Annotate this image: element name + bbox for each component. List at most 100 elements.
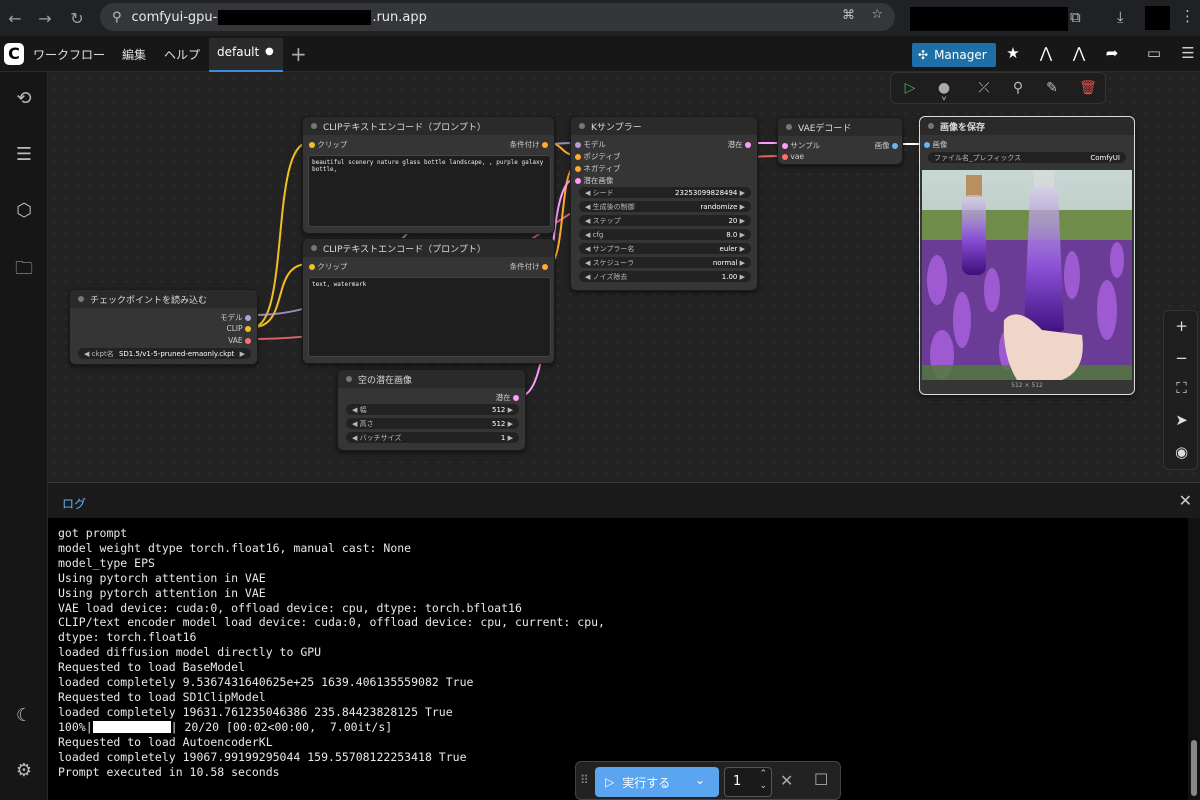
filename-prefix-widget[interactable]: ファイル名_プレフィックス ComfyUI	[928, 152, 1126, 163]
vae-decode-node[interactable]: VAEデコード サンプル vae 画像	[777, 117, 903, 165]
node-title: Kサンプラー	[591, 122, 642, 133]
puzzle-icon: ✣	[918, 48, 929, 62]
save-image-node[interactable]: 画像を保存 画像 ファイル名_プレフィックス ComfyUI 512 × 512	[919, 116, 1135, 395]
stepper-up-icon[interactable]: ⌃	[759, 769, 767, 779]
checkpoint-loader-node[interactable]: チェックポイントを読み込む モデル CLIP VAE ◀ ckpt名 SD1.5…	[69, 289, 258, 365]
fit-view-icon[interactable]: ⛶	[1164, 379, 1199, 397]
widget-label: 高さ	[359, 419, 374, 428]
theme-moon-icon[interactable]: ☾	[12, 705, 36, 729]
hamburger-icon[interactable]: ☰	[1177, 44, 1199, 62]
forward-icon[interactable]: →	[30, 3, 60, 33]
bypass-icon[interactable]: ⤫	[975, 80, 993, 96]
manager-label: Manager	[934, 48, 987, 62]
edit-pencil-icon[interactable]: ✎	[1043, 80, 1061, 96]
comfy-logo[interactable]: C	[4, 43, 24, 65]
model-alt-icon[interactable]: ⋀	[1068, 44, 1090, 62]
pin-icon[interactable]: ⚲	[1009, 80, 1027, 96]
stop-square-icon[interactable]: ☐	[814, 770, 828, 789]
control-after-generate-widget[interactable]: ◀ 生成後の制御 randomize ▶	[579, 201, 751, 212]
star-icon[interactable]: ★	[1002, 44, 1024, 62]
delete-trash-icon[interactable]: 🗑	[1079, 80, 1097, 96]
widget-value: euler	[719, 244, 738, 253]
back-icon[interactable]: ←	[0, 3, 30, 33]
select-mode-icon[interactable]: ➤	[1164, 411, 1199, 429]
address-bar[interactable]: ⚲ comfyui-gpu- .run.app ⌘ ☆	[100, 3, 895, 31]
toggle-links-eye-icon[interactable]: ◉	[1164, 443, 1199, 461]
settings-gear-icon[interactable]: ⚙	[12, 760, 36, 784]
queue-list-icon[interactable]: ☰	[12, 144, 36, 168]
cfg-widget[interactable]: ◀ cfg 8.0 ▶	[579, 229, 751, 240]
canvas-controls: + − ⛶ ➤ ◉	[1163, 310, 1198, 470]
widget-label: サンプラー名	[592, 244, 635, 253]
browser-menu-icon[interactable]: ⋮	[1180, 7, 1195, 25]
widget-value: ComfyUI	[1090, 153, 1120, 162]
drag-handle-icon[interactable]: ⠿	[580, 773, 589, 787]
menu-workflow[interactable]: ワークフロー	[33, 46, 105, 63]
node-title: 画像を保存	[940, 122, 986, 133]
node-library-icon[interactable]: ⬡	[12, 200, 36, 224]
log-scroll-thumb[interactable]	[1191, 740, 1197, 796]
sampler-name-widget[interactable]: ◀ サンプラー名 euler ▶	[579, 243, 751, 254]
reload-icon[interactable]: ↻	[62, 3, 92, 33]
panel-toggle-icon[interactable]: ▭	[1143, 44, 1165, 62]
clip-text-encode-positive-node[interactable]: CLIPテキストエンコード（プロンプト） クリップ 条件付け beautiful…	[302, 116, 555, 234]
node-title: CLIPテキストエンコード（プロンプト）	[323, 122, 486, 133]
log-line: loaded diffusion model directly to GPU	[58, 645, 322, 660]
folder-open-icon[interactable]: 🗀	[12, 256, 36, 280]
input-clip: クリップ	[317, 140, 348, 149]
run-mode-chevron-icon[interactable]: ⌄	[695, 773, 705, 787]
share-icon[interactable]: ➦	[1101, 44, 1123, 62]
progress-bar-fill	[92, 721, 171, 734]
input-model: モデル	[583, 140, 606, 149]
new-tab-button[interactable]: +	[290, 42, 307, 66]
widget-value: 23253099828494	[675, 188, 738, 197]
steps-widget[interactable]: ◀ ステップ 20 ▶	[579, 215, 751, 226]
log-line: VAE load device: cuda:0, offload device:…	[58, 600, 522, 615]
bookmark-star-icon[interactable]: ☆	[871, 7, 883, 22]
ckpt-name-combo[interactable]: ◀ ckpt名 SD1.5/v1-5-pruned-emaonly.ckpt ▶	[78, 348, 251, 359]
site-info-icon[interactable]: ⚲	[112, 10, 122, 25]
download-icon[interactable]: ⤓	[1117, 8, 1124, 26]
ksampler-node[interactable]: Kサンプラー モデル ポジティブ ネガティブ 潜在画像 潜在 ◀ シード 2325…	[570, 116, 758, 291]
close-icon[interactable]: ✕	[1179, 491, 1192, 510]
widget-value: normal	[712, 258, 738, 267]
log-tab[interactable]: ログ	[62, 495, 86, 512]
menu-help[interactable]: ヘルプ	[164, 46, 200, 63]
history-icon[interactable]: ⟲	[12, 88, 36, 112]
image-size-label: 512 × 512	[1011, 382, 1043, 389]
seed-widget[interactable]: ◀ シード 23253099828494 ▶	[579, 187, 751, 198]
prompt-textarea[interactable]: beautiful scenery nature glass bottle la…	[308, 155, 551, 227]
zoom-in-icon[interactable]: +	[1164, 317, 1199, 335]
stepper-down-icon[interactable]: ⌄	[759, 781, 767, 791]
model-icon[interactable]: ⋀	[1035, 44, 1057, 62]
url-prefix: comfyui-gpu-	[131, 9, 218, 25]
scheduler-widget[interactable]: ◀ スケジューラ normal ▶	[579, 257, 751, 268]
log-scrollbar[interactable]	[1188, 518, 1200, 800]
widget-value: 20	[728, 216, 738, 225]
width-widget[interactable]: ◀ 幅 512 ▶	[346, 404, 519, 415]
widget-label: バッチサイズ	[359, 433, 402, 442]
height-widget[interactable]: ◀ 高さ 512 ▶	[346, 418, 519, 429]
extensions-icon[interactable]: ⧉	[1070, 8, 1081, 26]
input-latent: 潜在画像	[583, 176, 614, 185]
log-terminal[interactable]: got prompt model weight dtype torch.float…	[48, 518, 1188, 800]
output-conditioning: 条件付け	[509, 140, 540, 149]
selection-toolbox: ▷ ● ˅ ⤫ ⚲ ✎ 🗑	[890, 72, 1106, 112]
batch-size-widget[interactable]: ◀ バッチサイズ 1 ▶	[346, 432, 519, 443]
clip-text-encode-negative-node[interactable]: CLIPテキストエンコード（プロンプト） クリップ 条件付け text, wat…	[302, 238, 555, 364]
manager-button[interactable]: ✣ Manager	[912, 43, 996, 67]
batch-count-input[interactable]: 1 ⌃ ⌄	[724, 767, 772, 797]
cancel-x-icon[interactable]: ✕	[780, 771, 793, 790]
translate-icon[interactable]: ⌘	[842, 8, 855, 23]
denoise-widget[interactable]: ◀ ノイズ除去 1.00 ▶	[579, 271, 751, 282]
widget-value: 1.00	[721, 272, 738, 281]
tab-default[interactable]: default ●	[209, 38, 283, 72]
queue-run-button[interactable]: ▷ 実行する ⌄	[595, 767, 719, 797]
execute-selected-icon[interactable]: ▷	[901, 80, 919, 96]
menu-edit[interactable]: 編集	[122, 46, 146, 63]
generated-image-preview[interactable]	[922, 170, 1132, 380]
prompt-textarea[interactable]: text, watermark	[308, 277, 551, 357]
zoom-out-icon[interactable]: −	[1164, 349, 1199, 367]
color-picker-icon[interactable]: ● ˅	[935, 80, 953, 112]
empty-latent-image-node[interactable]: 空の潜在画像 潜在 ◀ 幅 512 ▶ ◀ 高さ 512 ▶ ◀ バッチサイズ 1 ▶	[337, 369, 526, 451]
